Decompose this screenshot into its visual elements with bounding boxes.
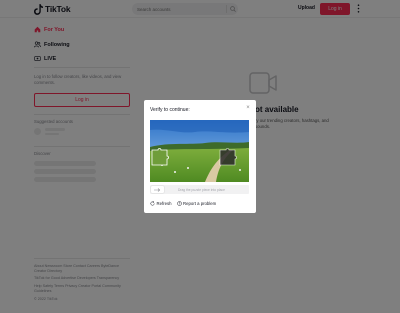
- captcha-footer: Refresh Report a problem: [150, 201, 221, 206]
- captcha-modal: Verify to continue: × Drag the puzzle pi…: [144, 100, 256, 213]
- captcha-slider-track[interactable]: Drag the puzzle piece into place: [150, 185, 249, 194]
- refresh-button[interactable]: Refresh: [150, 201, 172, 206]
- puzzle-piece[interactable]: [151, 148, 169, 166]
- slider-instruction: Drag the puzzle piece into place: [178, 187, 225, 192]
- close-icon[interactable]: ×: [245, 105, 251, 111]
- slider-handle[interactable]: [151, 186, 164, 193]
- refresh-label: Refresh: [156, 201, 172, 206]
- puzzle-target-slot: [219, 148, 237, 166]
- landscape-image: [150, 120, 249, 182]
- refresh-icon: [150, 201, 155, 206]
- captcha-puzzle-image: [150, 120, 249, 182]
- report-label: Report a problem: [183, 201, 217, 206]
- help-icon: [176, 201, 182, 206]
- report-problem-button[interactable]: Report a problem: [176, 201, 217, 206]
- captcha-title: Verify to continue:: [150, 107, 190, 113]
- arrow-right-icon: [154, 187, 161, 192]
